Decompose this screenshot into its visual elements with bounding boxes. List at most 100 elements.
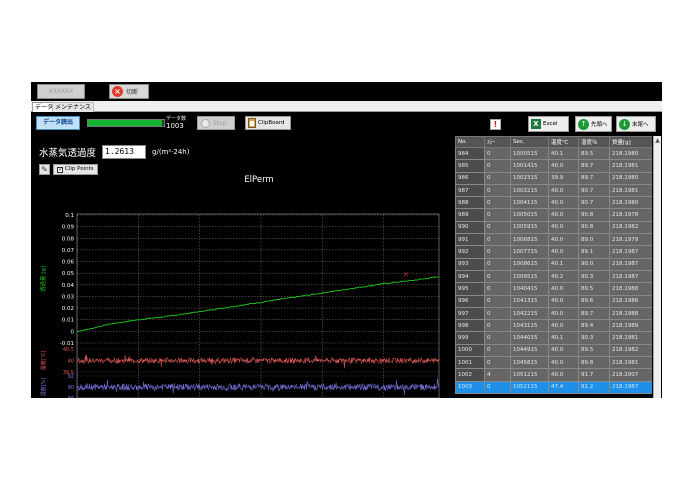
table-row[interactable]: 988 0 1004115 40.0 90.7 218.1980 (455, 196, 652, 210)
scroll-up-icon[interactable]: ▲ (654, 136, 661, 145)
y-tick-label: 90 (68, 385, 74, 391)
clipboard-button[interactable]: ClipBoard (245, 116, 291, 130)
column-header: 質量[g] (609, 136, 652, 148)
table-cell: 89.5 (578, 282, 610, 296)
mass-series-line (76, 275, 440, 332)
table-cell: 90.8 (578, 220, 610, 235)
table-cell: 1000 (455, 343, 485, 358)
table-cell: 218.1981 (609, 356, 652, 370)
table-cell: 992 (455, 245, 485, 259)
table-cell: 40.0 (548, 159, 579, 173)
table-row[interactable]: 984 0 1000515 40.1 89.5 218.1980 (455, 146, 652, 161)
table-cell: 0 (484, 306, 511, 321)
clipboard-label: ClipBoard (258, 120, 285, 126)
table-cell: 0 (484, 220, 511, 235)
table-cell: 90.3 (578, 331, 610, 345)
table-cell: 218.1981 (609, 183, 652, 198)
stop-icon (201, 118, 210, 128)
y-tick-label: 0.07 (62, 248, 75, 254)
table-cell: 1045815 (510, 356, 549, 370)
column-header: Sec. (510, 136, 549, 148)
table-cell: 999 (455, 331, 485, 345)
stop-label: Stop (213, 119, 227, 127)
table-row[interactable]: 987 0 1003215 40.0 90.7 218.1981 (455, 183, 652, 198)
table-scrollbar[interactable]: ▲ (653, 136, 661, 398)
y-tick-label: 0.08 (62, 236, 75, 242)
table-row[interactable]: 1002 4 1051215 40.0 91.7 218.2007 (455, 368, 652, 382)
top-toolbar: XXXXXX × 切断 (31, 82, 662, 101)
table-cell: 47.4 (548, 380, 579, 394)
data-read-button[interactable]: データ読出 (36, 116, 80, 130)
table-row[interactable]: 997 0 1042215 40.0 89.7 218.1988 (455, 306, 652, 321)
table-cell: 0 (484, 171, 511, 185)
excel-export-button[interactable]: X Excel (528, 116, 569, 132)
table-row[interactable]: 993 0 1008615 40.1 90.0 218.1987 (455, 257, 652, 271)
table-cell: 1002315 (510, 171, 549, 185)
table-cell: 0 (484, 183, 511, 198)
app-window: XXXXXX × 切断 データ メンテナンス データ読出 データ数 1003 S… (31, 82, 662, 398)
clip-points-checkbox[interactable]: Clip Points (53, 164, 98, 175)
clipboard-icon (248, 118, 256, 128)
disconnect-button[interactable]: × 切断 (109, 84, 149, 99)
table-row[interactable]: 994 0 1009515 40.2 90.3 218.1987 (455, 269, 652, 284)
table-row[interactable]: 1000 0 1044915 40.0 89.5 218.1982 (455, 343, 652, 358)
table-cell: 4 (484, 368, 511, 382)
table-cell: 1005915 (510, 220, 549, 235)
go-last-button[interactable]: ↓ 末尾へ (616, 116, 656, 132)
table-cell: 40.0 (548, 233, 579, 247)
table-cell: 0 (484, 294, 511, 308)
table-cell: 90.7 (578, 183, 610, 198)
go-first-button[interactable]: ↑ 先頭へ (575, 116, 612, 132)
table-cell: 1052115 (510, 380, 549, 394)
table-cell: 218.1989 (609, 319, 652, 333)
chart-title: ElPerm (244, 175, 273, 185)
table-cell: 0 (484, 356, 511, 370)
table-row[interactable]: 989 0 1005015 40.0 90.8 218.1978 (455, 208, 652, 222)
table-row[interactable]: 992 0 1007715 40.0 89.1 218.1987 (455, 245, 652, 259)
table-cell: 89.6 (578, 294, 610, 308)
table-row[interactable]: 998 0 1043115 40.0 89.4 218.1989 (455, 319, 652, 333)
table-cell: 218.1988 (609, 282, 652, 296)
tab-maintenance[interactable]: メンテナンス (52, 102, 94, 112)
table-cell: 218.1981 (609, 331, 652, 345)
table-cell: 40.2 (548, 269, 579, 284)
table-row[interactable]: 985 0 1001415 40.0 89.7 218.1981 (455, 159, 652, 173)
y-tick-label: 92 (68, 374, 74, 380)
warning-button[interactable]: ! (490, 119, 501, 130)
table-cell: 40.0 (548, 245, 579, 259)
plot-frame (76, 213, 440, 398)
table-cell: 0 (484, 282, 511, 296)
chart-tools: ✎ Clip Points (39, 164, 98, 175)
table-row[interactable]: 991 0 1006815 40.0 89.0 218.1979 (455, 233, 652, 247)
stop-button[interactable]: Stop (197, 116, 235, 130)
table-cell: 40.1 (548, 257, 579, 271)
table-cell: 1044015 (510, 331, 549, 345)
y-tick-label: 0.02 (62, 306, 74, 312)
table-row[interactable]: 996 0 1041315 40.0 89.6 218.1986 (455, 294, 652, 308)
table-row[interactable]: 995 0 1040415 40.0 89.5 218.1988 (455, 282, 652, 296)
data-count-label: データ数 (166, 116, 187, 122)
table-row[interactable]: 986 0 1002315 39.9 89.7 218.1980 (455, 171, 652, 185)
table-cell: 1005015 (510, 208, 549, 222)
excel-icon: X (531, 119, 541, 129)
table-cell: 40.0 (548, 183, 579, 198)
table-row[interactable]: 999 0 1044015 40.1 90.3 218.1981 (455, 331, 652, 345)
wvtr-label: 水蒸気透過度 (39, 148, 97, 159)
pencil-icon[interactable]: ✎ (39, 164, 50, 175)
table-cell: 89.7 (578, 159, 610, 173)
table-cell: 995 (455, 282, 485, 296)
humidity-series-line (76, 378, 440, 395)
table-cell: 218.2007 (609, 368, 652, 382)
table-cell: 89.0 (578, 233, 610, 247)
progress-fill (88, 120, 163, 126)
table-cell: 1008615 (510, 257, 549, 271)
table-cell: 40.0 (548, 220, 579, 235)
table-cell: 40.0 (548, 208, 579, 222)
table-header-row: No. ｽﾃｰ Sec. 温度℃ 湿度％ 質量[g] (455, 136, 652, 148)
table-row[interactable]: 1003 0 1052115 47.4 91.2 218.1987 (455, 380, 652, 394)
connect-button[interactable]: XXXXXX (37, 84, 85, 99)
y-tick-label: 88 (68, 396, 74, 398)
table-row[interactable]: 990 0 1005915 40.0 90.8 218.1982 (455, 220, 652, 235)
table-cell: 986 (455, 171, 485, 185)
table-row[interactable]: 1001 0 1045815 40.0 89.8 218.1981 (455, 356, 652, 370)
